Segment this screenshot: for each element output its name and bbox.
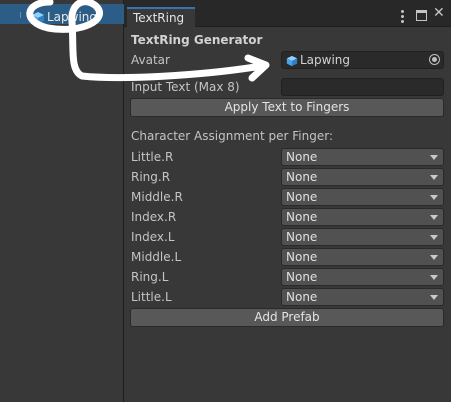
maximize-icon[interactable] xyxy=(416,10,427,21)
dropdown-value: None xyxy=(286,230,318,244)
finger-label: Middle.L xyxy=(131,250,182,264)
finger-label: Little.L xyxy=(131,290,172,304)
section-header: TextRing Generator xyxy=(131,33,263,47)
chevron-down-icon xyxy=(430,175,438,180)
dropdown-value: None xyxy=(286,250,318,264)
finger-dropdown[interactable]: None xyxy=(281,148,444,166)
finger-dropdown[interactable]: None xyxy=(281,188,444,206)
input-text-label: Input Text (Max 8) xyxy=(131,80,240,94)
finger-dropdown[interactable]: None xyxy=(281,268,444,286)
dropdown-value: None xyxy=(286,150,318,164)
textring-window: TextRing ✕ TextRing Generator Avatar Lap… xyxy=(124,0,451,402)
finger-label: Little.R xyxy=(131,150,174,164)
avatar-value: Lapwing xyxy=(300,53,351,67)
avatar-label: Avatar xyxy=(131,53,170,67)
object-picker-icon[interactable] xyxy=(429,54,440,65)
chevron-down-icon xyxy=(430,215,438,220)
hierarchy-panel: Lapwing xyxy=(0,0,124,402)
finger-label: Index.R xyxy=(131,210,177,224)
close-icon[interactable]: ✕ xyxy=(433,6,445,20)
fold-guide-icon xyxy=(20,12,26,18)
finger-dropdown[interactable]: None xyxy=(281,168,444,186)
chevron-down-icon xyxy=(430,195,438,200)
finger-dropdown[interactable]: None xyxy=(281,228,444,246)
chevron-down-icon xyxy=(430,235,438,240)
finger-label: Ring.R xyxy=(131,170,171,184)
hierarchy-item-label: Lapwing xyxy=(47,10,98,24)
assignment-header: Character Assignment per Finger: xyxy=(131,129,334,143)
chevron-down-icon xyxy=(430,295,438,300)
finger-label: Middle.R xyxy=(131,190,183,204)
input-text-field[interactable] xyxy=(281,78,444,96)
add-prefab-button[interactable]: Add Prefab xyxy=(130,308,444,327)
prefab-cube-icon xyxy=(286,55,298,67)
chevron-down-icon xyxy=(430,155,438,160)
dropdown-value: None xyxy=(286,290,318,304)
hierarchy-item-lapwing[interactable]: Lapwing xyxy=(0,4,124,24)
finger-dropdown[interactable]: None xyxy=(281,208,444,226)
finger-label: Ring.L xyxy=(131,270,169,284)
tab-bar: TextRing ✕ xyxy=(124,0,451,28)
finger-dropdown[interactable]: None xyxy=(281,248,444,266)
kebab-menu-icon[interactable] xyxy=(401,10,407,25)
dropdown-value: None xyxy=(286,270,318,284)
avatar-object-field[interactable]: Lapwing xyxy=(281,51,444,69)
dropdown-value: None xyxy=(286,210,318,224)
prefab-cube-icon xyxy=(32,12,44,24)
chevron-down-icon xyxy=(430,255,438,260)
finger-dropdown[interactable]: None xyxy=(281,288,444,306)
tab-textring[interactable]: TextRing xyxy=(127,7,195,28)
dropdown-value: None xyxy=(286,190,318,204)
finger-label: Index.L xyxy=(131,230,175,244)
apply-text-button[interactable]: Apply Text to Fingers xyxy=(130,98,444,117)
dropdown-value: None xyxy=(286,170,318,184)
chevron-down-icon xyxy=(430,275,438,280)
